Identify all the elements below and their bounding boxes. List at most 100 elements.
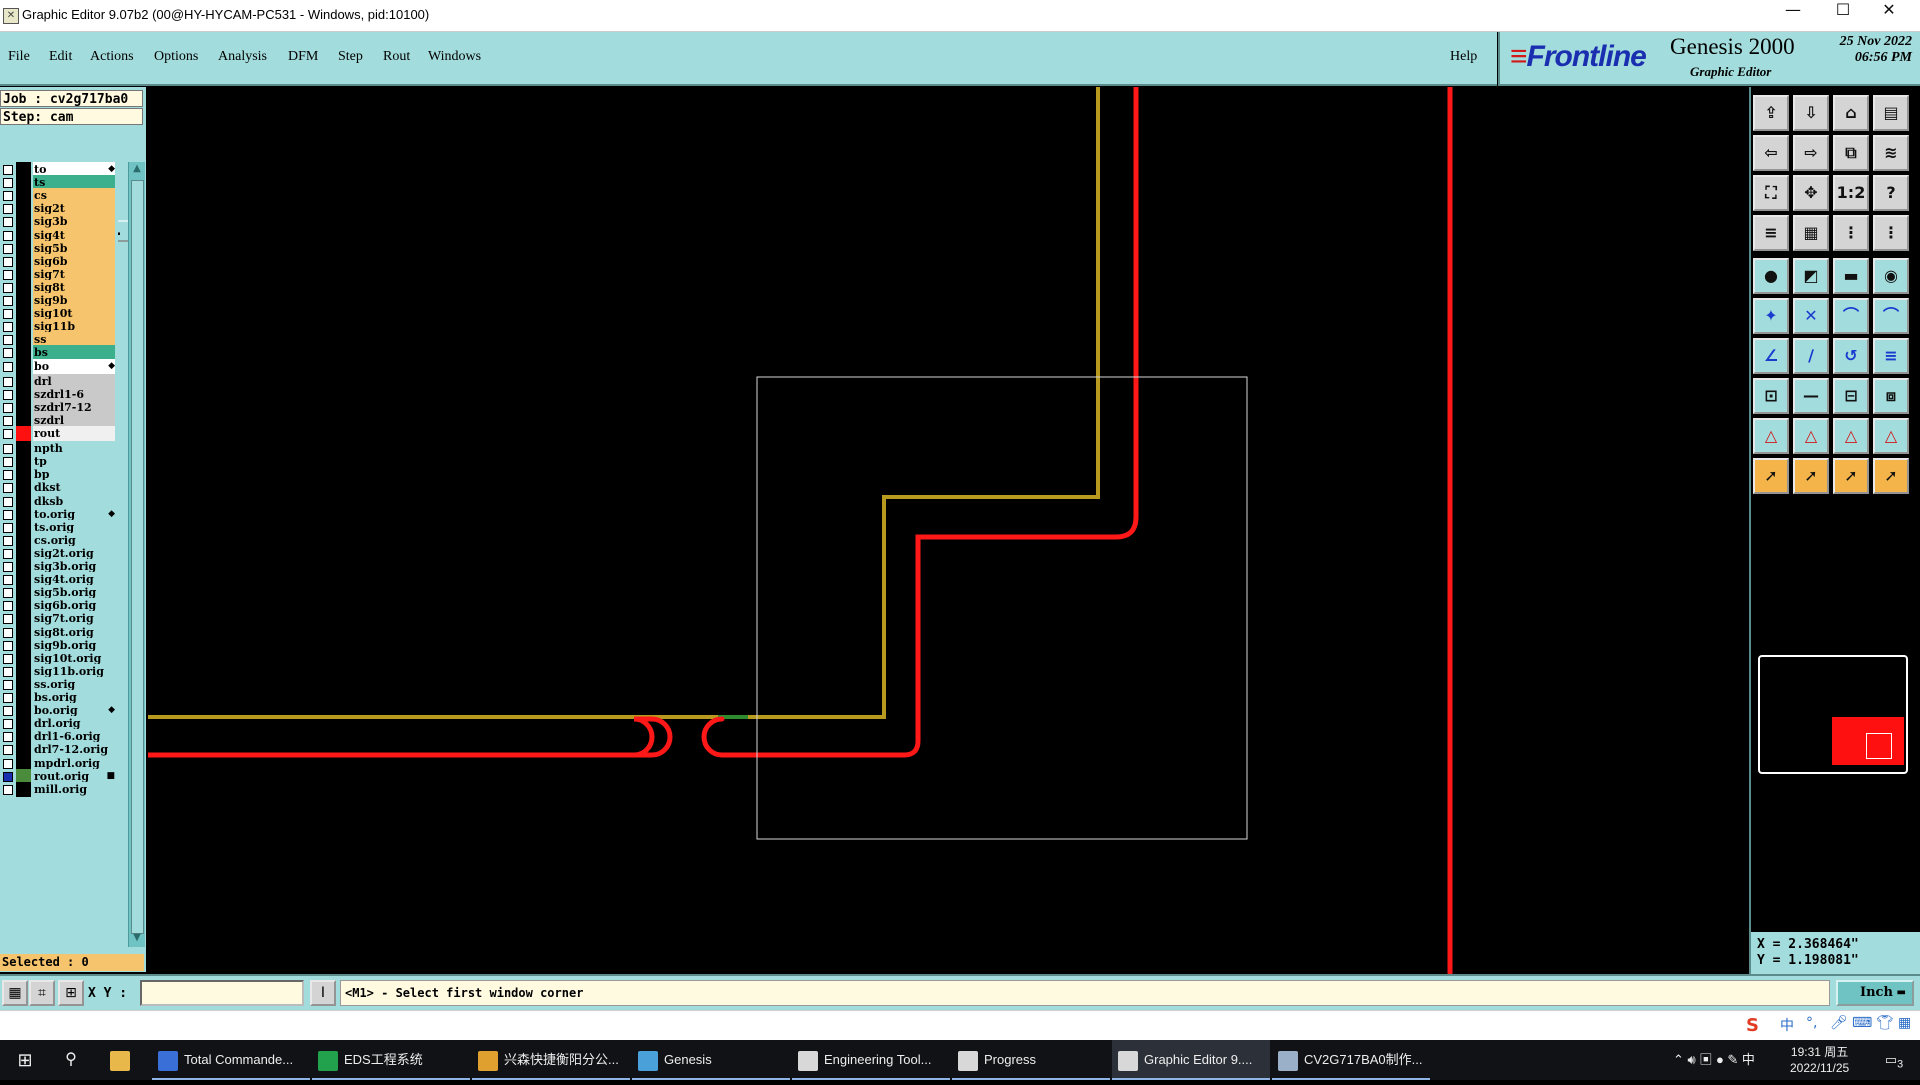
snap-red-icon[interactable]: ⋮ [1873, 215, 1909, 251]
layer-checkbox[interactable] [3, 444, 13, 455]
triangle3-icon[interactable]: △ [1833, 418, 1869, 454]
menu-actions[interactable]: Actions [90, 49, 134, 65]
taskbar-app[interactable]: Genesis [632, 1040, 790, 1080]
zoom-icon[interactable]: ✥ [1793, 175, 1829, 211]
layer-checkbox[interactable] [3, 496, 13, 507]
xy-input[interactable] [140, 980, 304, 1006]
layer-color-swatch[interactable] [16, 781, 31, 797]
layer-checkbox[interactable] [3, 679, 13, 690]
layer-checkbox[interactable] [3, 191, 13, 202]
angle-icon[interactable]: ∠ [1753, 338, 1789, 374]
scroll-up-icon[interactable]: ▲ [129, 163, 145, 177]
layer-checkbox[interactable] [3, 415, 13, 426]
menu-windows[interactable]: Windows [428, 49, 481, 65]
layer-checkbox[interactable] [3, 666, 13, 677]
layer-checkbox[interactable] [3, 335, 13, 346]
layer-checkbox[interactable] [3, 256, 13, 267]
menu-edit[interactable]: Edit [49, 49, 72, 65]
layer-row[interactable]: mill.orig [0, 781, 118, 797]
rotate-icon[interactable]: ↺ [1833, 338, 1869, 374]
select-box-icon[interactable]: ⊡ [1753, 378, 1789, 414]
window-icon[interactable]: ▤ [1873, 95, 1909, 131]
pointer3-icon[interactable]: ➚ [1833, 458, 1869, 494]
layer-row[interactable]: rout [0, 426, 118, 441]
maximize-button[interactable]: ☐ [1820, 0, 1866, 31]
triangle-icon[interactable]: △ [1753, 418, 1789, 454]
slash-icon[interactable]: ∕ [1793, 338, 1829, 374]
layer-checkbox[interactable] [3, 784, 13, 795]
menu-step[interactable]: Step [338, 49, 363, 65]
close-button[interactable]: ✕ [1866, 0, 1912, 31]
scroll-down-icon[interactable]: ▼ [129, 932, 145, 946]
layer-checkbox[interactable] [3, 457, 13, 468]
layer-checkbox[interactable] [3, 640, 13, 651]
layer-name[interactable]: mill.orig [33, 781, 115, 797]
layer-checkbox[interactable] [3, 217, 13, 228]
notifications-icon[interactable]: ▭3 [1874, 1040, 1914, 1080]
sogou-ime-logo[interactable]: S [1746, 1015, 1759, 1037]
layer-checkbox[interactable] [3, 522, 13, 533]
pointer-icon[interactable]: ➚ [1753, 458, 1789, 494]
group-icon[interactable]: ⧈ [1873, 378, 1909, 414]
layer-name[interactable]: bo [33, 358, 115, 374]
layer-checkbox[interactable] [3, 389, 13, 400]
layers-icon[interactable]: ⌂ [1833, 95, 1869, 131]
overview-map[interactable] [1758, 655, 1908, 774]
layer-checkbox[interactable] [3, 309, 13, 320]
overview-viewport[interactable] [1866, 733, 1892, 759]
taskbar-app[interactable]: Engineering Tool... [792, 1040, 950, 1080]
menu-analysis[interactable]: Analysis [218, 49, 267, 65]
dash-icon[interactable]: — [1793, 378, 1829, 414]
menu-rout[interactable]: Rout [383, 49, 410, 65]
help-icon[interactable]: ? [1873, 175, 1909, 211]
taskbar-app[interactable]: Total Comman­de... [152, 1040, 310, 1080]
layer-checkbox[interactable] [3, 243, 13, 254]
scale-icon[interactable]: 1:2 [1833, 175, 1869, 211]
layer-checkbox[interactable] [3, 693, 13, 703]
layer-checkbox[interactable] [3, 588, 13, 599]
layer-checkbox[interactable] [3, 429, 13, 439]
layer-checkbox[interactable] [3, 296, 13, 306]
layer-checkbox[interactable] [3, 732, 13, 743]
layer-checkbox[interactable] [3, 348, 13, 359]
taskbar-app[interactable]: Progress [952, 1040, 1110, 1080]
layer-name[interactable]: rout [33, 426, 115, 441]
snap-icon[interactable]: ▦ [2, 980, 28, 1006]
layer-checkbox[interactable] [3, 322, 13, 333]
pad-icon[interactable]: ● [1753, 258, 1789, 294]
taskbar-app[interactable]: CV2G717BA0制作... [1272, 1040, 1430, 1080]
start-icon[interactable]: ⊞ [10, 1040, 40, 1080]
layer-checkbox[interactable] [3, 402, 13, 413]
skin-icon[interactable]: 👕︎ [1876, 1015, 1894, 1037]
taskbar-app[interactable]: Graphic Editor 9.... [1112, 1040, 1270, 1080]
layer-checkbox[interactable] [3, 509, 13, 520]
pointer2-icon[interactable]: ➚ [1793, 458, 1829, 494]
grid-icon[interactable]: ▦ [1793, 215, 1829, 251]
ime-punctuation-icon[interactable]: °, [1806, 1015, 1817, 1037]
snap-red-icon[interactable]: ⋮ [1833, 215, 1869, 251]
unit-selector[interactable]: Inch ▬ [1836, 980, 1914, 1006]
scroll-thumb[interactable] [131, 180, 144, 934]
layer-checkbox[interactable] [3, 470, 13, 481]
layer-checkbox[interactable] [3, 269, 13, 280]
arc2-icon[interactable]: ⌒ [1873, 298, 1909, 334]
layer-checkbox[interactable] [3, 204, 13, 215]
layer-checkbox[interactable] [3, 627, 13, 638]
layer-checkbox[interactable] [3, 376, 13, 387]
triangle2-icon[interactable]: △ [1793, 418, 1829, 454]
layer-checkbox[interactable] [3, 178, 13, 189]
measure-icon[interactable]: ⊟ [1833, 378, 1869, 414]
menu-options[interactable]: Options [154, 49, 198, 65]
text-icon[interactable]: ≡ [1873, 338, 1909, 374]
clock[interactable]: 19:31 周五 2022/11/25 [1790, 1044, 1849, 1076]
taskbar-app[interactable]: 兴森快捷衡阳分公... [472, 1040, 630, 1080]
microphone-icon[interactable]: 🎤︎ [1830, 1015, 1848, 1037]
menu-icon[interactable]: ≡ [1753, 215, 1789, 251]
grid-icon[interactable]: ⊞ [58, 980, 84, 1006]
layer-color-swatch[interactable] [16, 426, 31, 441]
pcb-view[interactable] [145, 84, 1748, 974]
taskbar-app[interactable]: EDS工程系统 [312, 1040, 470, 1080]
layer-checkbox[interactable] [3, 230, 13, 241]
layer-checkbox[interactable] [3, 758, 13, 769]
toolbox-icon[interactable]: ▦ [1898, 1015, 1911, 1037]
